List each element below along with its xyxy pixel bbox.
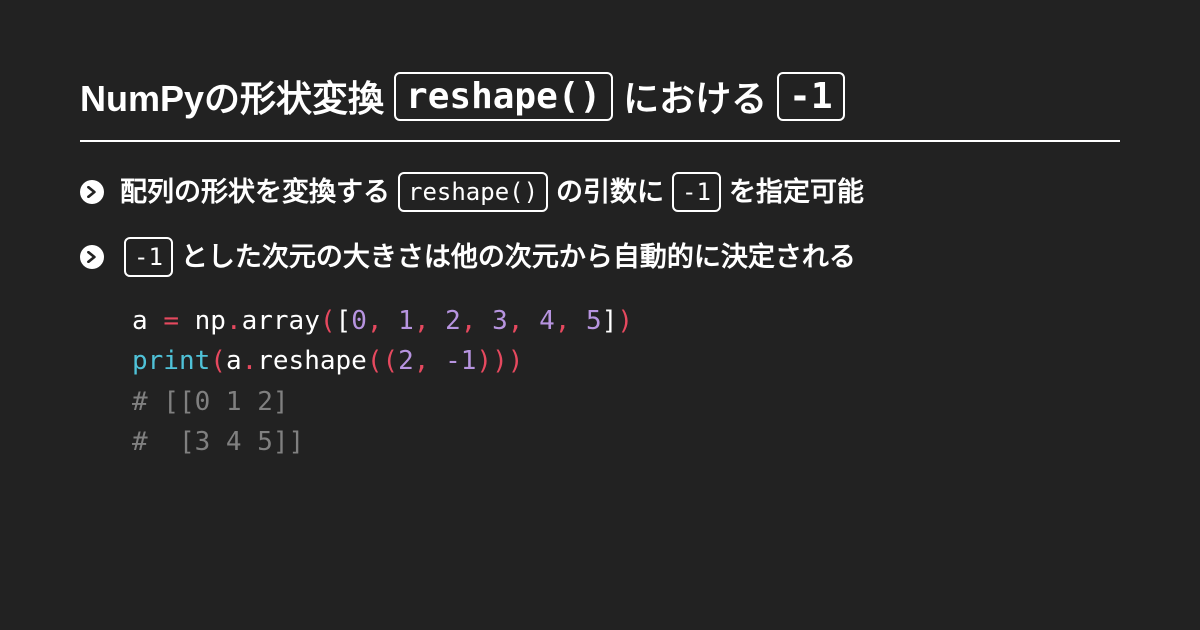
code-line: # [[0 1 2] bbox=[132, 382, 1120, 422]
code-token: a bbox=[226, 346, 242, 376]
code-token: array bbox=[242, 306, 320, 336]
chevron-right-icon bbox=[80, 245, 104, 269]
code-line: print(a.reshape((2, -1))) bbox=[132, 341, 1120, 381]
code-token: 5 bbox=[586, 306, 602, 336]
inline-code: reshape() bbox=[398, 172, 548, 212]
bullet-text-segment: 配列の形状を変換する bbox=[120, 172, 390, 213]
bullet-list: 配列の形状を変換するreshape()の引数に-1を指定可能-1とした次元の大き… bbox=[80, 172, 1120, 277]
title-part-2: における bbox=[623, 70, 767, 122]
chevron-right-icon bbox=[80, 180, 104, 204]
page-title: NumPyの形状変換 reshape() における -1 bbox=[80, 70, 1120, 142]
code-token: 1 bbox=[398, 306, 414, 336]
code-token: . bbox=[226, 306, 242, 336]
code-token bbox=[429, 306, 445, 336]
code-token: = bbox=[163, 306, 179, 336]
inline-code: -1 bbox=[672, 172, 721, 212]
code-token bbox=[570, 306, 586, 336]
code-token: ( bbox=[210, 346, 226, 376]
code-token: ) bbox=[617, 306, 633, 336]
bullet-text-segment: の引数に bbox=[556, 172, 664, 213]
bullet-text-segment: とした次元の大きさは他の次元から自動的に決定される bbox=[181, 237, 856, 278]
title-code-minus1: -1 bbox=[777, 72, 844, 121]
code-token: , bbox=[414, 306, 430, 336]
code-token: # [[0 1 2] bbox=[132, 387, 289, 417]
code-token: , bbox=[414, 346, 430, 376]
code-token: # [3 4 5]] bbox=[132, 427, 304, 457]
code-token: reshape bbox=[257, 346, 367, 376]
title-code-reshape: reshape() bbox=[394, 72, 613, 121]
code-token: (( bbox=[367, 346, 398, 376]
code-token: ] bbox=[602, 306, 618, 336]
code-token bbox=[523, 306, 539, 336]
code-block: a = np.array([0, 1, 2, 3, 4, 5])print(a.… bbox=[132, 301, 1120, 462]
bullet-item: 配列の形状を変換するreshape()の引数に-1を指定可能 bbox=[80, 172, 1120, 213]
code-token: 3 bbox=[492, 306, 508, 336]
code-token bbox=[383, 306, 399, 336]
code-token: [ bbox=[336, 306, 352, 336]
bullet-text-segment: を指定可能 bbox=[729, 172, 864, 213]
code-line: # [3 4 5]] bbox=[132, 422, 1120, 462]
title-part-1: NumPyの形状変換 bbox=[80, 70, 384, 122]
code-token: print bbox=[132, 346, 210, 376]
bullet-text: 配列の形状を変換するreshape()の引数に-1を指定可能 bbox=[120, 172, 864, 213]
code-token: np bbox=[179, 306, 226, 336]
code-token: . bbox=[242, 346, 258, 376]
code-token: a bbox=[132, 306, 163, 336]
code-token: 2 bbox=[398, 346, 414, 376]
bullet-item: -1とした次元の大きさは他の次元から自動的に決定される bbox=[80, 237, 1120, 278]
code-token bbox=[429, 346, 445, 376]
code-line: a = np.array([0, 1, 2, 3, 4, 5]) bbox=[132, 301, 1120, 341]
code-token bbox=[476, 306, 492, 336]
inline-code: -1 bbox=[124, 237, 173, 277]
code-token: 0 bbox=[351, 306, 367, 336]
code-token: -1 bbox=[445, 346, 476, 376]
code-token: 2 bbox=[445, 306, 461, 336]
code-token: ( bbox=[320, 306, 336, 336]
code-token: , bbox=[461, 306, 477, 336]
code-token: , bbox=[367, 306, 383, 336]
bullet-text: -1とした次元の大きさは他の次元から自動的に決定される bbox=[120, 237, 856, 278]
code-token: , bbox=[508, 306, 524, 336]
code-token: ))) bbox=[476, 346, 523, 376]
code-token: 4 bbox=[539, 306, 555, 336]
code-token: , bbox=[555, 306, 571, 336]
